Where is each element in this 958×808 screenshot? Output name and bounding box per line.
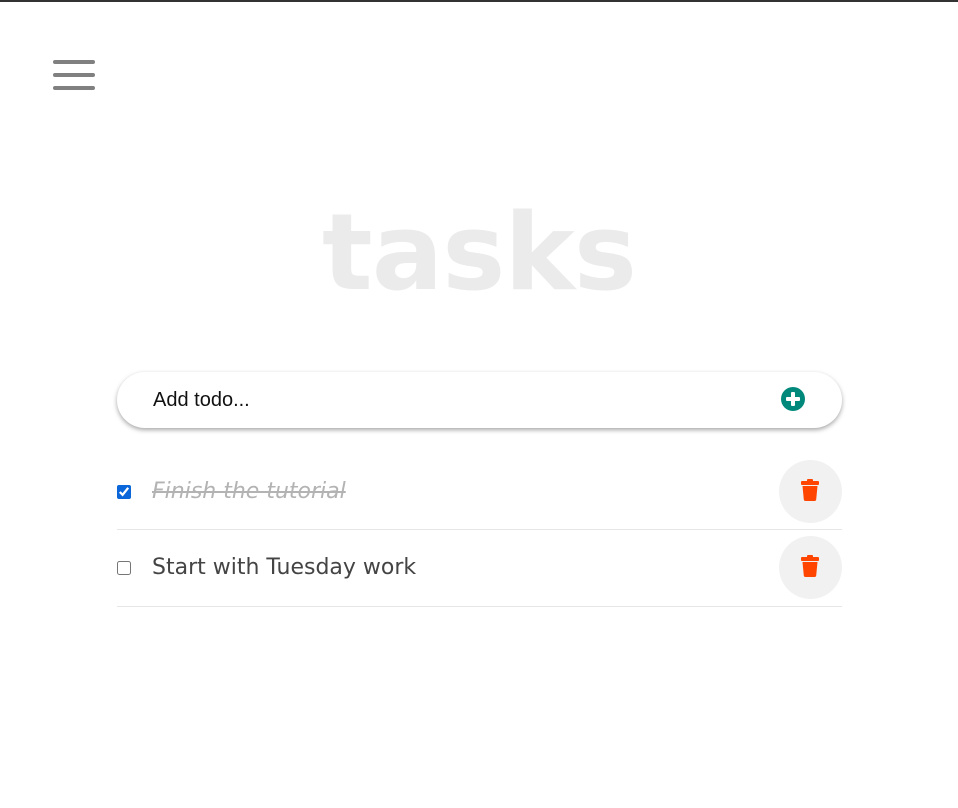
add-todo-bar: [117, 372, 842, 428]
delete-button[interactable]: [779, 536, 842, 599]
menu-bar: [53, 60, 95, 64]
todo-list: Finish the tutorial Start with Tuesday w…: [117, 454, 842, 607]
plus-circle-icon[interactable]: [781, 387, 805, 411]
menu-bar: [53, 86, 95, 90]
todo-text: Finish the tutorial: [152, 478, 346, 504]
todo-checkbox[interactable]: [117, 484, 131, 499]
page-title: tasks: [322, 191, 637, 314]
trash-icon: [801, 555, 819, 577]
todo-text: Start with Tuesday work: [152, 555, 417, 580]
add-todo-input[interactable]: [153, 372, 753, 428]
todo-item: Finish the tutorial: [117, 454, 842, 530]
todo-item: Start with Tuesday work: [117, 530, 842, 607]
hamburger-menu-icon[interactable]: [53, 60, 95, 92]
menu-bar: [53, 73, 95, 77]
trash-icon: [801, 478, 819, 501]
todo-checkbox[interactable]: [117, 561, 131, 575]
top-border: [0, 0, 958, 2]
delete-button[interactable]: [779, 459, 842, 523]
